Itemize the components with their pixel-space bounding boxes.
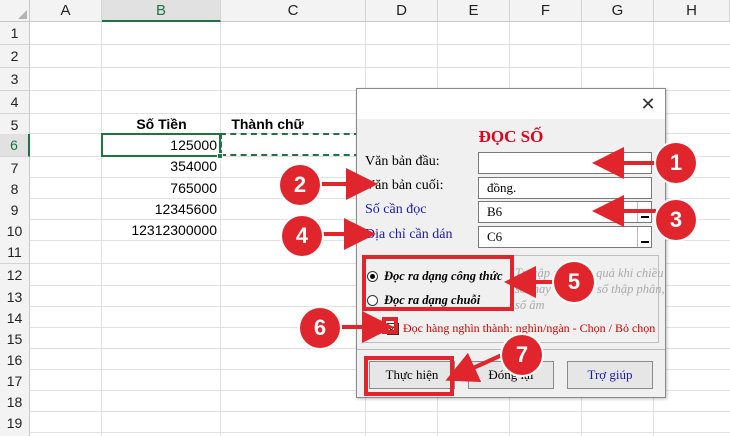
annotation-badge-6: 6 xyxy=(300,308,340,348)
annotation-badge-4: 4 xyxy=(282,216,322,256)
annotation-arrows xyxy=(320,147,656,382)
arrow-7 xyxy=(445,352,503,382)
annotation-badge-3: 3 xyxy=(656,200,696,240)
annotation-badge-2: 2 xyxy=(280,165,320,205)
annotation-badge-1: 1 xyxy=(656,143,696,183)
annotation-badge-5: 5 xyxy=(554,262,594,302)
annotation-badge-7: 7 xyxy=(502,335,542,375)
